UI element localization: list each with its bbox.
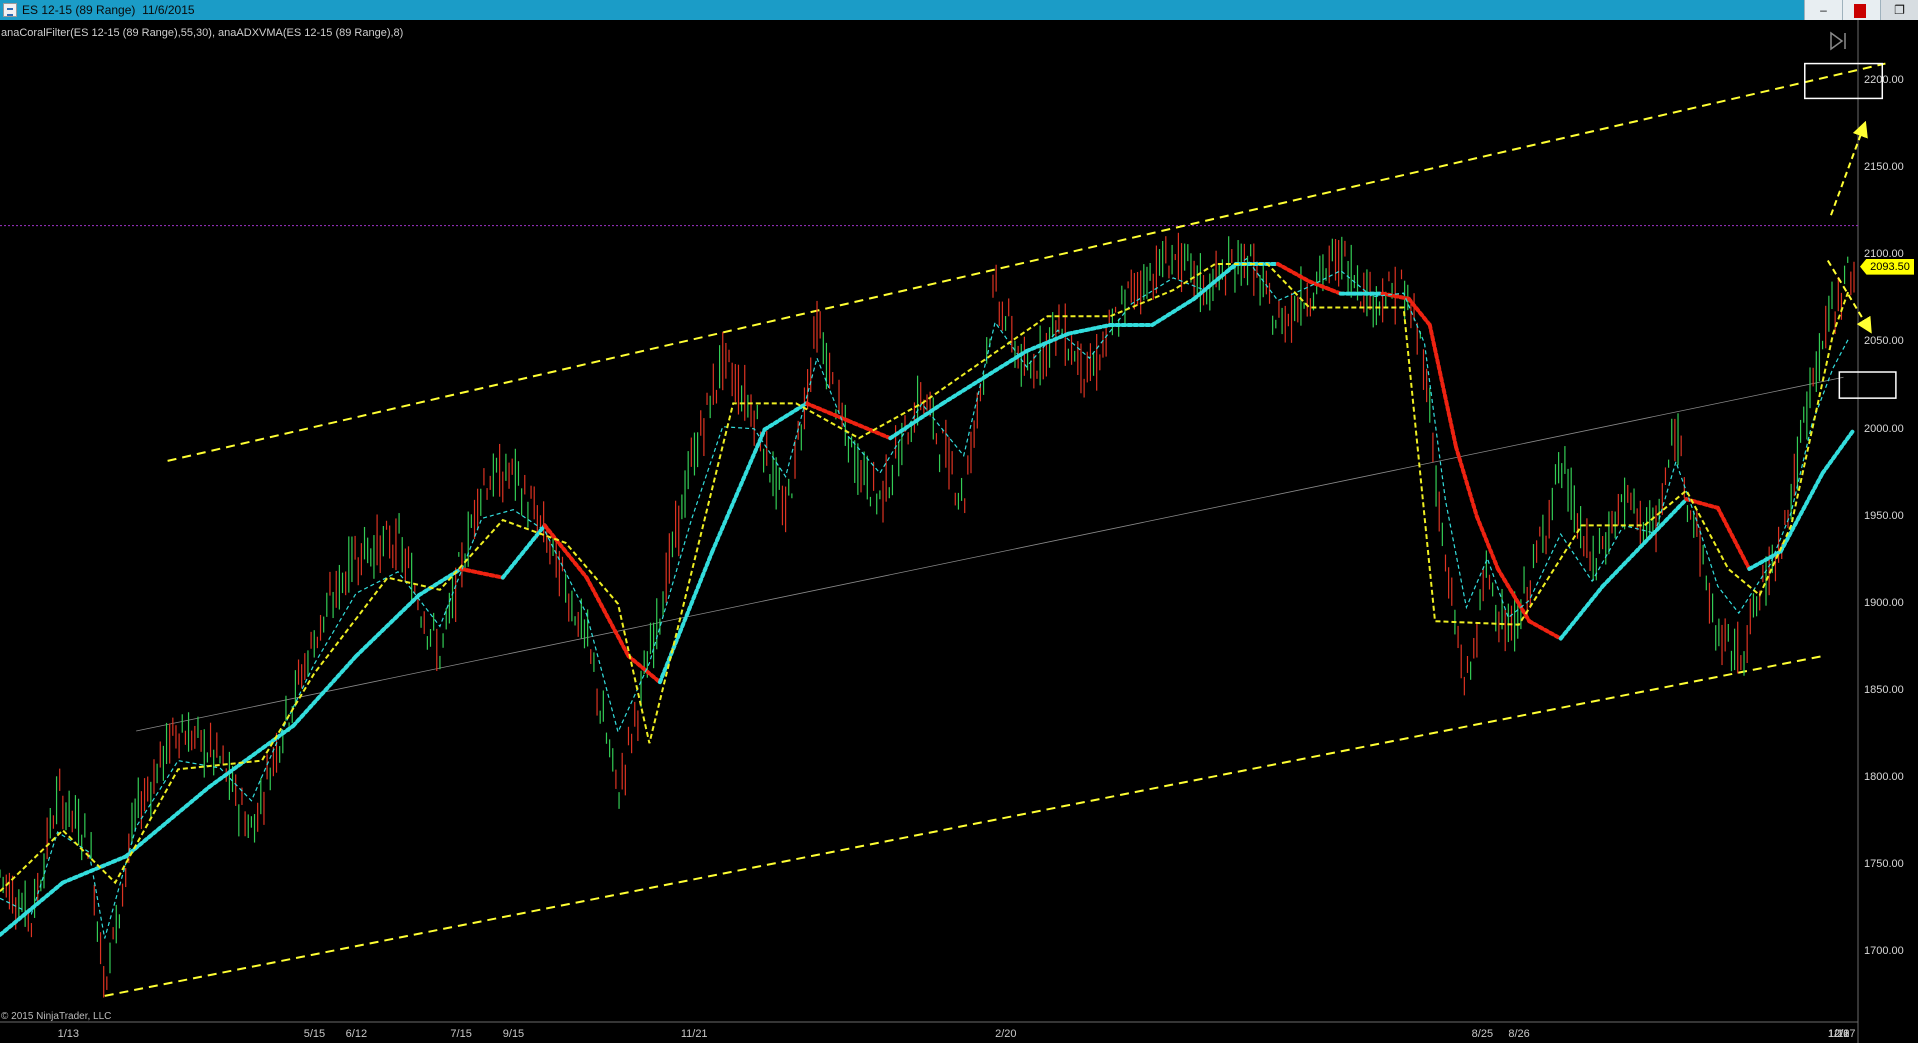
coral-filter-line bbox=[458, 566, 505, 580]
price-tick-label: 1750.00 bbox=[1864, 858, 1904, 871]
minimize-button[interactable]: – bbox=[1804, 0, 1842, 20]
title-bar[interactable]: ES 12-15 (89 Range) 11/6/2015 – ❐ bbox=[0, 0, 1918, 20]
coral-filter-line bbox=[1150, 296, 1197, 327]
annotation-box bbox=[1838, 371, 1897, 399]
time-tick-label: 9/15 bbox=[502, 1028, 525, 1040]
coral-filter-line bbox=[888, 401, 945, 441]
time-tick-label: 8/26 bbox=[1508, 1028, 1530, 1040]
time-tick-label: 2/20 bbox=[995, 1028, 1017, 1040]
trigger-line bbox=[0, 257, 1850, 939]
price-tick-label: 1700.00 bbox=[1864, 945, 1904, 958]
coral-filter-line bbox=[1527, 619, 1563, 641]
chart-window: ES 12-15 (89 Range) 11/6/2015 – ❐ anaCor… bbox=[0, 0, 1918, 1043]
time-tick-label: 7/15 bbox=[450, 1028, 472, 1040]
adxvma-line bbox=[0, 263, 1850, 893]
time-tick-label: 6/12 bbox=[345, 1028, 368, 1040]
time-tick-label: 1/13 bbox=[57, 1028, 80, 1040]
coral-filter-line bbox=[1066, 323, 1113, 336]
channel-lower-line bbox=[104, 655, 1823, 997]
coral-filter-line bbox=[1454, 444, 1479, 519]
price-tick-label: 1900.00 bbox=[1864, 596, 1904, 609]
coral-filter-line bbox=[207, 723, 296, 789]
price-tick-label: 2100.00 bbox=[1864, 248, 1904, 261]
coral-filter-line bbox=[657, 549, 715, 685]
coral-filter-line bbox=[354, 593, 421, 659]
price-tick-label: 2050.00 bbox=[1864, 335, 1904, 348]
time-tick-label: 11/21 bbox=[680, 1028, 708, 1040]
coral-filter-line bbox=[762, 401, 809, 432]
time-tick-label: 1/21 bbox=[1828, 1028, 1850, 1040]
projection-arrow bbox=[1826, 259, 1872, 334]
window-controls: – ❐ bbox=[1804, 0, 1918, 20]
coral-filter-line bbox=[1820, 427, 1856, 476]
maximize-button[interactable] bbox=[1842, 0, 1880, 20]
projection-arrow bbox=[1830, 120, 1868, 216]
maximize-icon bbox=[1854, 3, 1866, 18]
copyright-label: © 2015 NinjaTrader, LLC bbox=[1, 1011, 112, 1022]
coral-filter-line bbox=[1778, 471, 1825, 554]
coral-filter-line bbox=[1427, 323, 1458, 449]
price-tick-label: 2150.00 bbox=[1864, 161, 1904, 174]
coral-filter-line bbox=[500, 523, 547, 580]
coral-filter-line bbox=[1275, 262, 1312, 284]
price-tick-label: 1850.00 bbox=[1864, 683, 1904, 696]
coral-filter-line bbox=[542, 523, 589, 580]
time-tick-label: 8/25 bbox=[1471, 1028, 1494, 1040]
time-tick-label: 5/15 bbox=[303, 1028, 326, 1040]
coral-filter-line bbox=[1474, 514, 1500, 571]
price-tick-label: 2200.00 bbox=[1864, 73, 1904, 86]
coral-filter-line bbox=[1642, 497, 1689, 545]
current-price-tag: 2093.50 bbox=[1860, 258, 1914, 275]
price-tick-label: 2000.00 bbox=[1864, 422, 1904, 435]
chart-app-icon bbox=[3, 3, 17, 17]
price-bars bbox=[0, 232, 1855, 998]
coral-filter-line bbox=[940, 375, 987, 406]
coral-filter-line bbox=[1307, 279, 1343, 296]
indicator-label: anaCoralFilter(ES 12-15 (89 Range),55,30… bbox=[1, 27, 404, 39]
coral-filter-line bbox=[710, 427, 767, 554]
channel-upper-line bbox=[167, 62, 1886, 462]
coral-filter-line bbox=[1558, 584, 1605, 641]
price-tick-label: 1950.00 bbox=[1864, 509, 1904, 522]
price-tick-label: 1800.00 bbox=[1864, 771, 1904, 784]
coral-filter-line bbox=[584, 575, 631, 659]
restore-button[interactable]: ❐ bbox=[1880, 0, 1918, 20]
window-title: ES 12-15 (89 Range) 11/6/2015 bbox=[22, 3, 195, 17]
price-chart[interactable] bbox=[0, 20, 1918, 1043]
skip-to-end-icon[interactable] bbox=[1828, 31, 1848, 51]
